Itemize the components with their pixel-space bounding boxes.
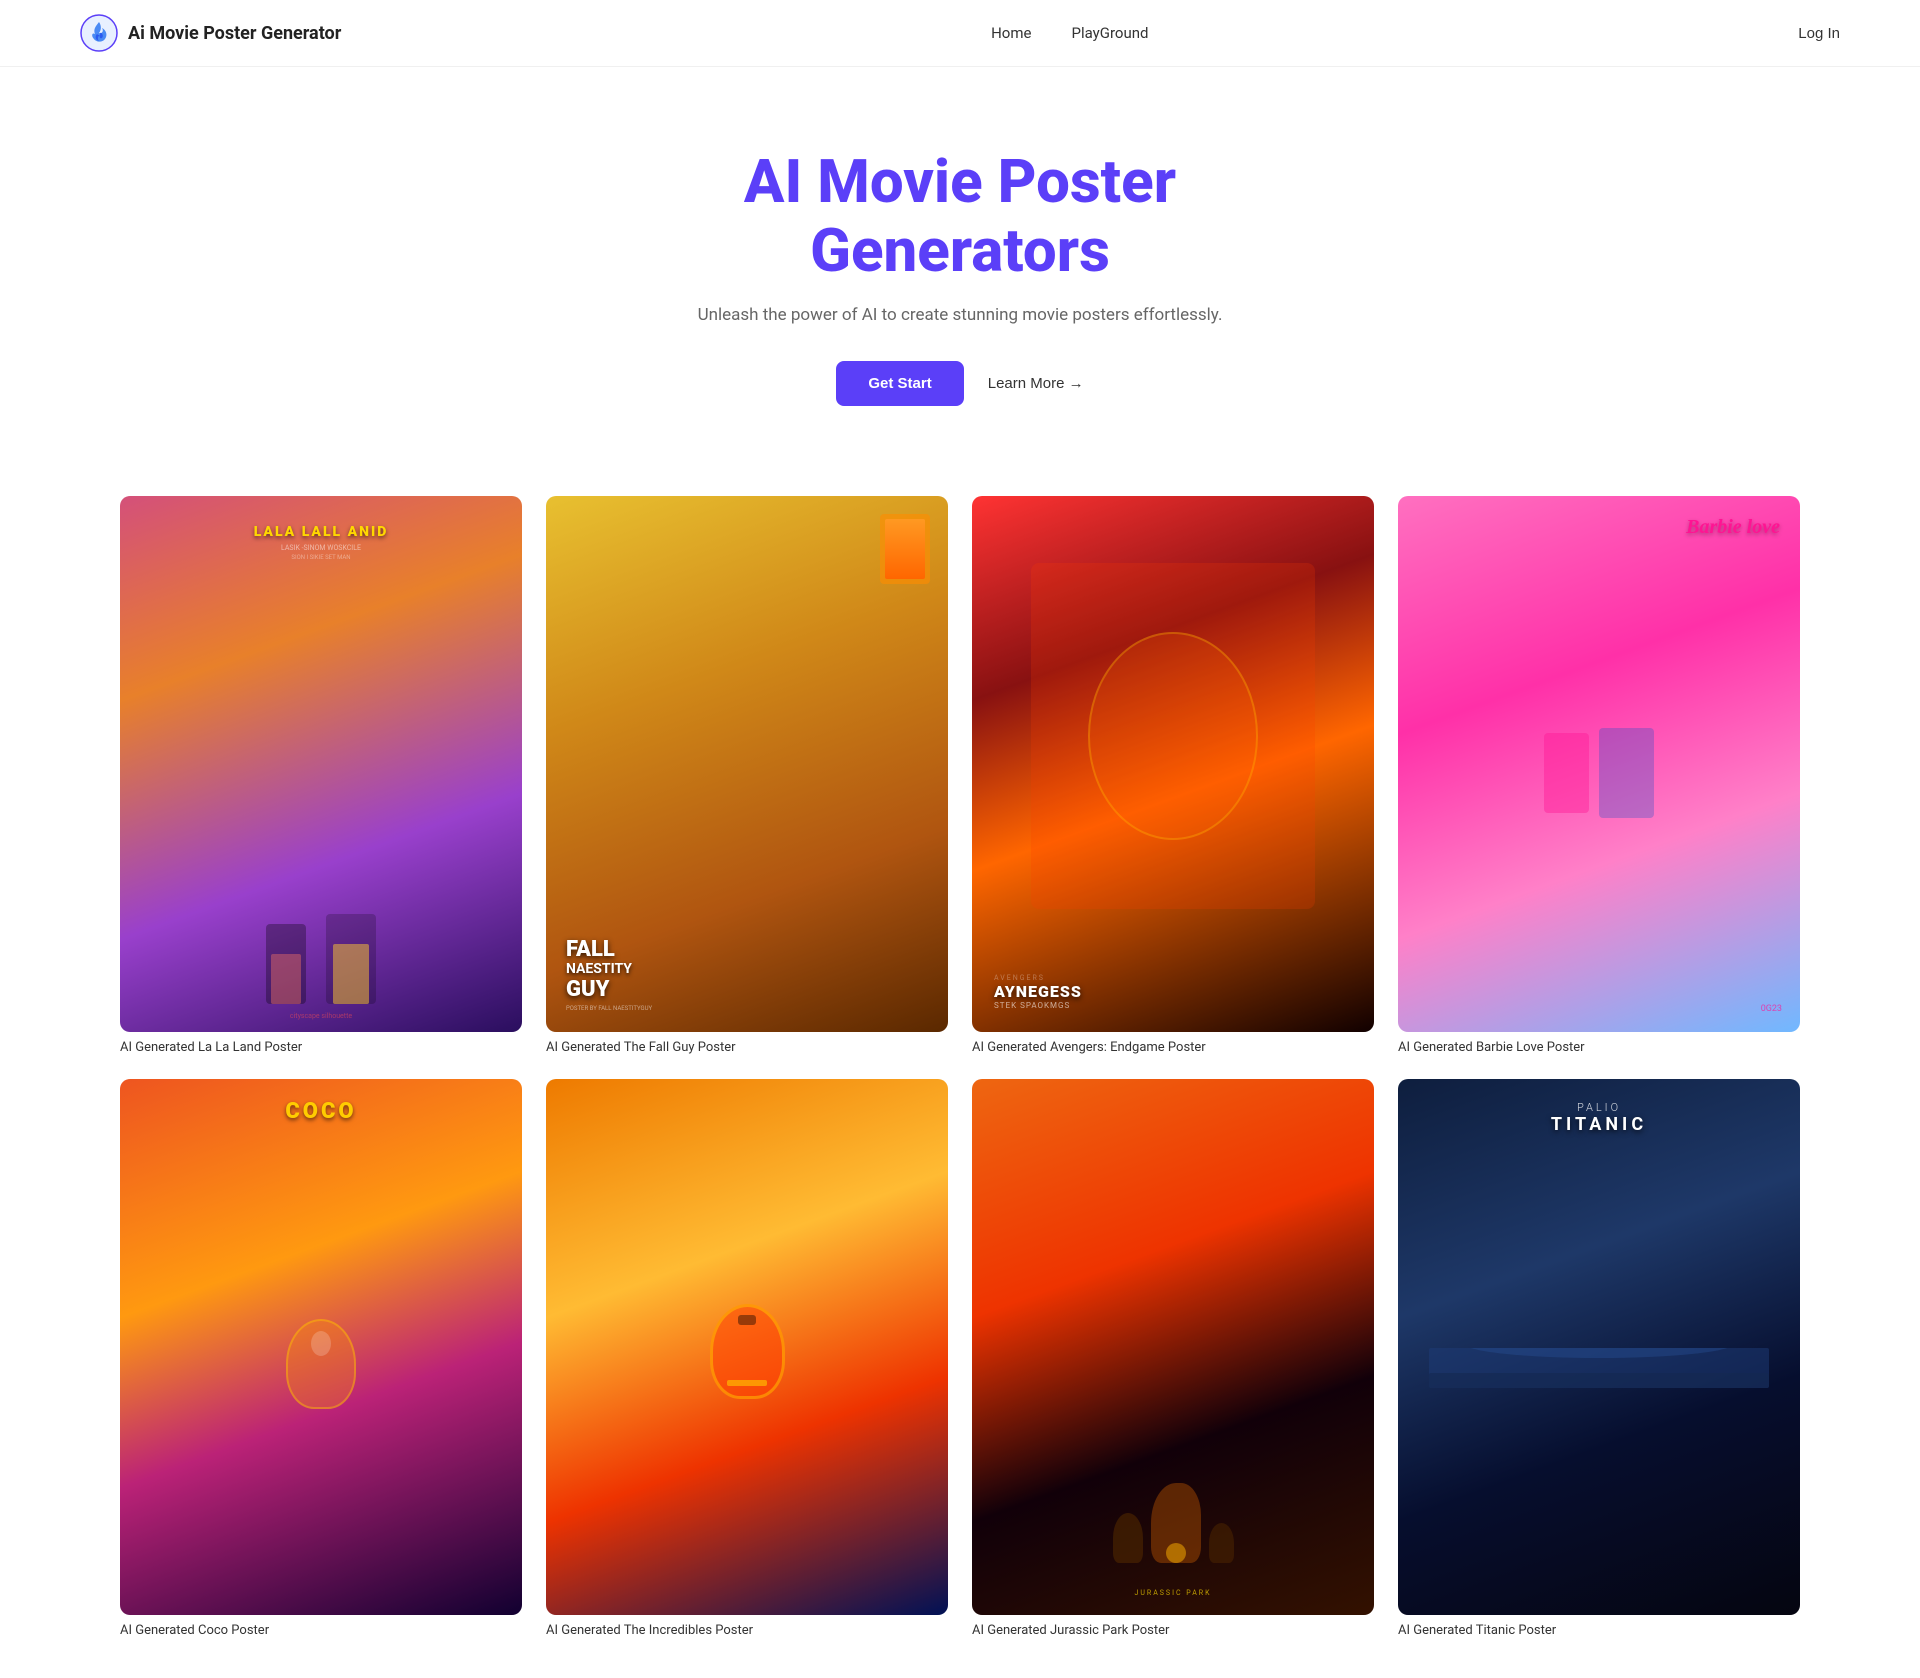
gallery-item-coco[interactable]: COCO AI Generated Coco Poster (120, 1079, 522, 1638)
gallery-item-titanic[interactable]: PALIO TITANIC AI Generated Titanic Poste… (1398, 1079, 1800, 1638)
gallery-image-incredibles (546, 1079, 948, 1615)
gallery-image-avengers: AVENGERS AYNEGESS STEK SPAOKMGS (972, 496, 1374, 1032)
gallery-item-incredibles[interactable]: AI Generated The Incredibles Poster (546, 1079, 948, 1638)
brand-name: Ai Movie Poster Generator (128, 23, 341, 44)
brand-icon (80, 14, 118, 52)
hero-title-line1: AI Movie Poster (744, 146, 1176, 217)
hero-actions: Get Start Learn More → (20, 361, 1900, 406)
nav-home[interactable]: Home (991, 24, 1031, 42)
brand-logo-link[interactable]: Ai Movie Poster Generator (80, 14, 341, 52)
gallery-item-fallguy[interactable]: FALL NAESTITY GUY POSTER BY FALL NAESTIT… (546, 496, 948, 1055)
gallery-section: LALA LALL ANID LASIK -SINOM WOSKCILE SIO… (0, 466, 1920, 1678)
gallery-image-titanic: PALIO TITANIC (1398, 1079, 1800, 1615)
gallery-image-lalaland: LALA LALL ANID LASIK -SINOM WOSKCILE SIO… (120, 496, 522, 1032)
gallery-label-avengers: AI Generated Avengers: Endgame Poster (972, 1040, 1374, 1055)
gallery-item-lalaland[interactable]: LALA LALL ANID LASIK -SINOM WOSKCILE SIO… (120, 496, 522, 1055)
gallery-label-coco: AI Generated Coco Poster (120, 1623, 522, 1638)
gallery-image-jurassic: JURASSIC PARK (972, 1079, 1374, 1615)
gallery-item-jurassic[interactable]: JURASSIC PARK AI Generated Jurassic Park… (972, 1079, 1374, 1638)
gallery-label-titanic: AI Generated Titanic Poster (1398, 1623, 1800, 1638)
gallery-grid-row2: COCO AI Generated Coco Poster (120, 1079, 1800, 1638)
gallery-image-barbie: Barbie love 0G23 (1398, 496, 1800, 1032)
gallery-label-fallguy: AI Generated The Fall Guy Poster (546, 1040, 948, 1055)
hero-title-line2: Generators (810, 215, 1110, 286)
get-start-button[interactable]: Get Start (836, 361, 963, 406)
login-button[interactable]: Log In (1798, 25, 1840, 42)
learn-more-button[interactable]: Learn More → (988, 375, 1084, 392)
gallery-item-avengers[interactable]: AVENGERS AYNEGESS STEK SPAOKMGS AI Gener… (972, 496, 1374, 1055)
hero-title: AI Movie Poster Generators (20, 147, 1900, 285)
gallery-item-barbie[interactable]: Barbie love 0G23 AI Generated Barbie Lov… (1398, 496, 1800, 1055)
gallery-image-fallguy: FALL NAESTITY GUY POSTER BY FALL NAESTIT… (546, 496, 948, 1032)
hero-subtitle: Unleash the power of AI to create stunni… (20, 305, 1900, 325)
gallery-grid-row1: LALA LALL ANID LASIK -SINOM WOSKCILE SIO… (120, 496, 1800, 1055)
navbar: Ai Movie Poster Generator Home PlayGroun… (0, 0, 1920, 67)
gallery-label-jurassic: AI Generated Jurassic Park Poster (972, 1623, 1374, 1638)
navbar-actions: Log In (1798, 25, 1840, 42)
gallery-label-incredibles: AI Generated The Incredibles Poster (546, 1623, 948, 1638)
gallery-label-barbie: AI Generated Barbie Love Poster (1398, 1040, 1800, 1055)
gallery-image-coco: COCO (120, 1079, 522, 1615)
gallery-label-lalaland: AI Generated La La Land Poster (120, 1040, 522, 1055)
nav-links: Home PlayGround (991, 24, 1148, 42)
hero-section: AI Movie Poster Generators Unleash the p… (0, 67, 1920, 466)
nav-playground[interactable]: PlayGround (1071, 24, 1148, 42)
